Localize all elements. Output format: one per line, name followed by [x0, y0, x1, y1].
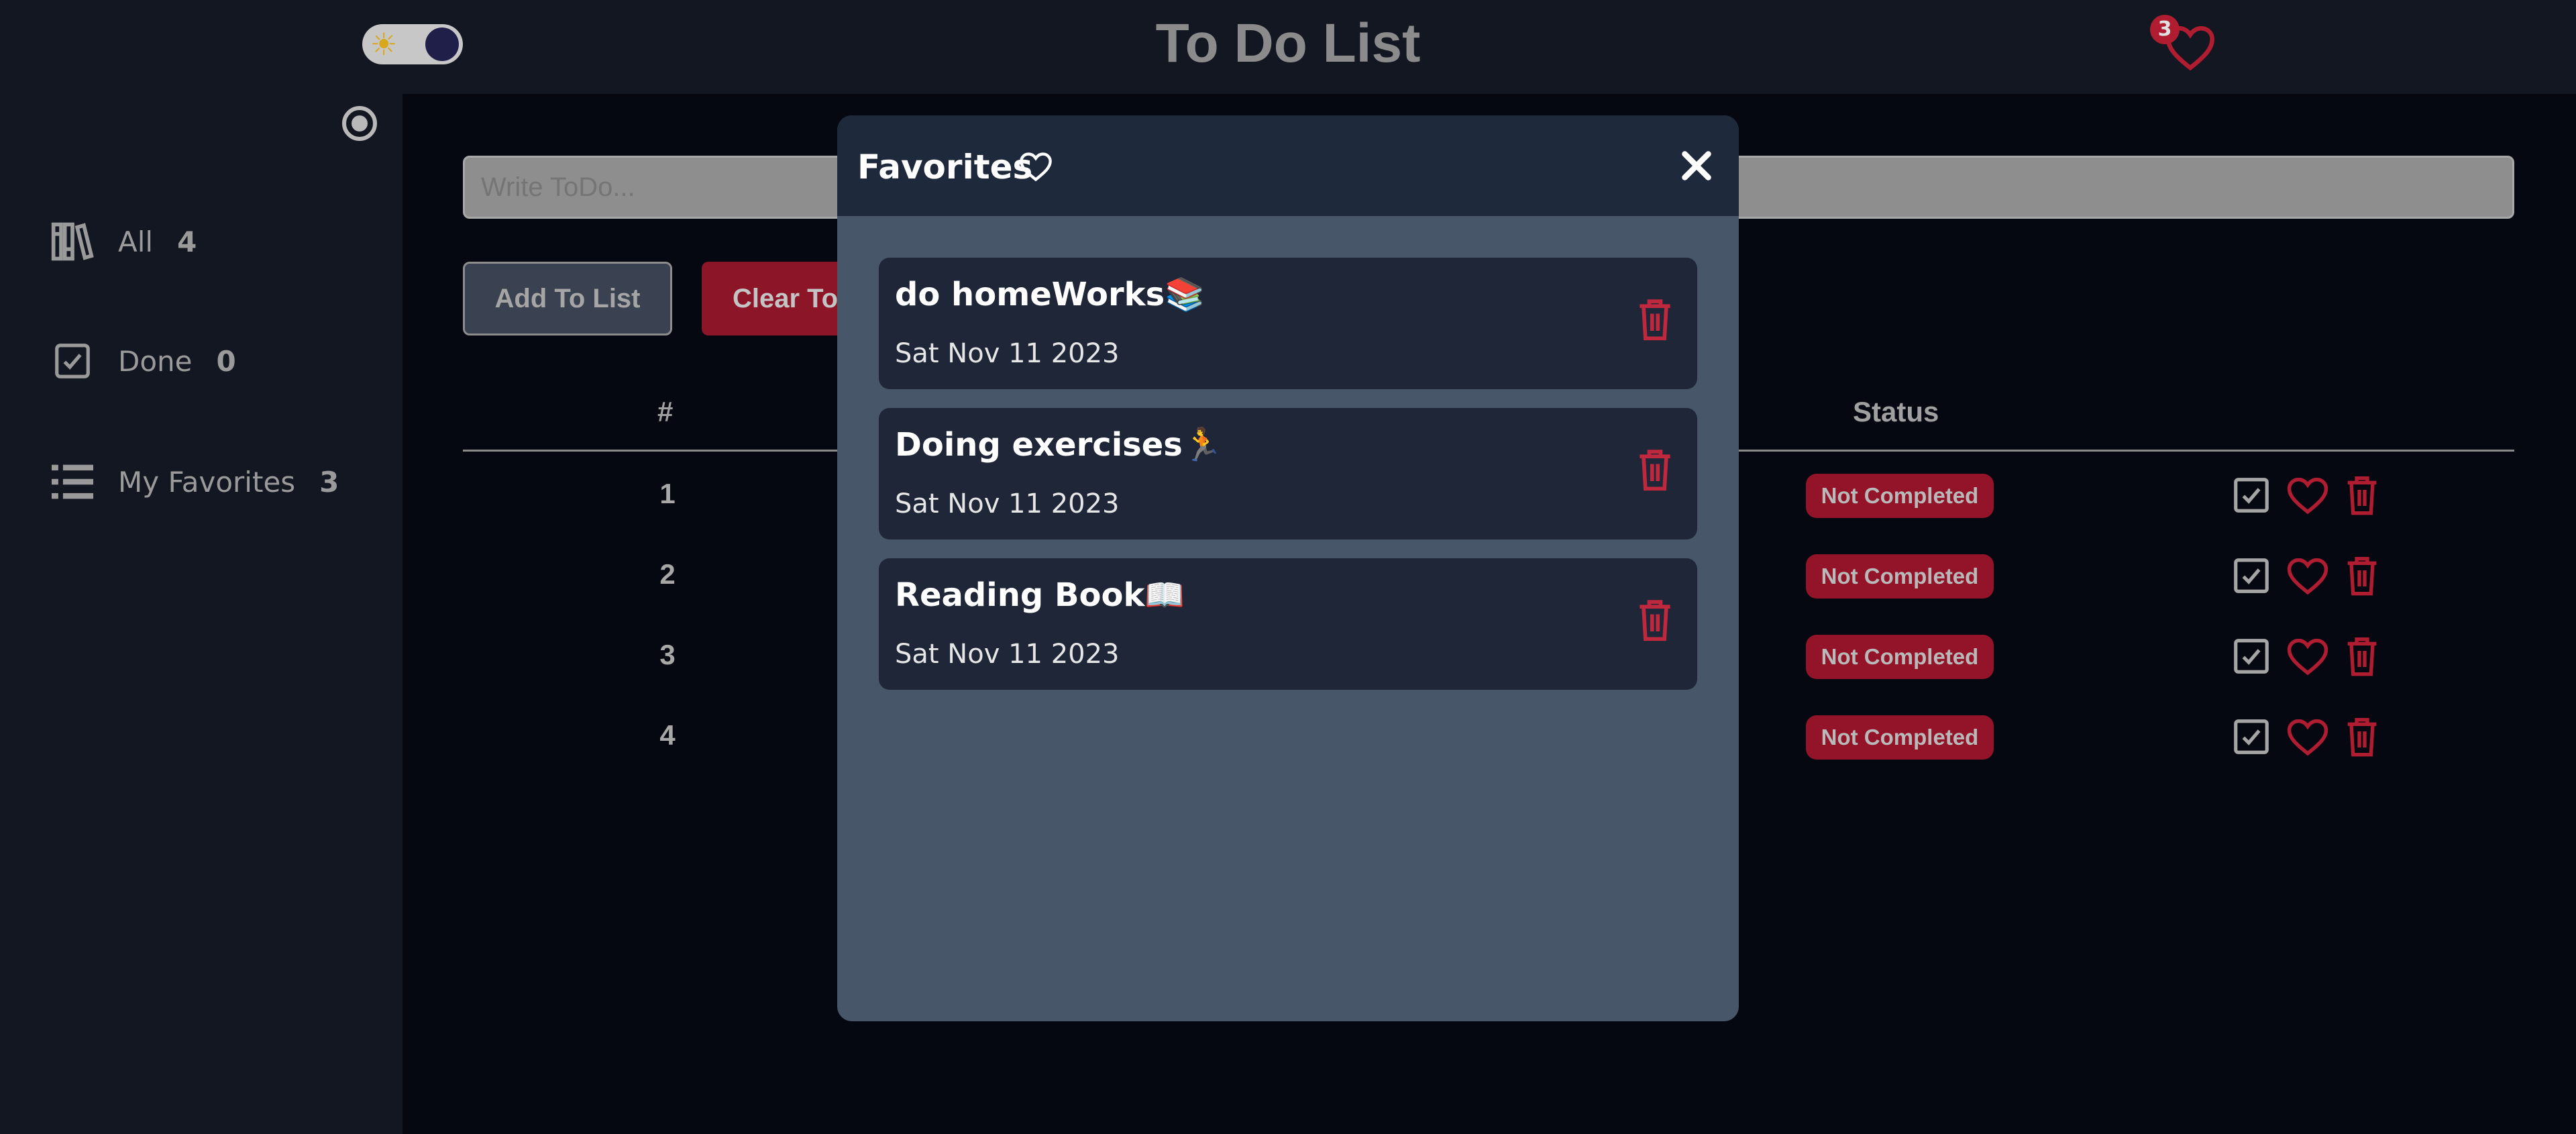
favorite-title: Reading Book📖: [895, 576, 1185, 614]
favorites-button[interactable]: 3: [2150, 15, 2217, 75]
favorite-card: do homeWorks📚 Sat Nov 11 2023: [879, 258, 1697, 389]
heart-icon[interactable]: [2286, 555, 2330, 597]
trash-icon[interactable]: [2343, 474, 2381, 517]
trash-icon[interactable]: [2343, 715, 2381, 758]
list-icon: [47, 456, 98, 507]
sidebar-item-label: My Favorites: [118, 465, 296, 499]
trash-icon[interactable]: [1635, 597, 1674, 643]
sidebar-radio-toggle[interactable]: [342, 106, 377, 141]
sidebar-item-label: All: [118, 225, 154, 258]
sidebar-item-label: Done: [118, 344, 193, 378]
favorite-title: do homeWorks📚: [895, 276, 1205, 313]
row-number: 4: [659, 719, 676, 751]
status-badge: Not Completed: [1806, 715, 1994, 760]
row-actions: [2231, 715, 2381, 758]
radio-dot: [352, 115, 368, 132]
heart-icon[interactable]: [2286, 716, 2330, 758]
trash-icon[interactable]: [1635, 447, 1674, 493]
add-to-list-button[interactable]: Add To List: [463, 262, 672, 336]
modal-header: Favorites: [837, 115, 1739, 216]
status-badge: Not Completed: [1806, 635, 1994, 679]
heart-icon[interactable]: [2286, 474, 2330, 516]
close-icon[interactable]: [1680, 149, 1713, 183]
sidebar-item-my-favorites[interactable]: My Favorites 3: [47, 455, 339, 509]
complete-checkbox-icon[interactable]: [2231, 474, 2272, 516]
app-header: ☀ To Do List 3: [0, 0, 2576, 94]
favorites-modal: Favorites do homeWorks📚 Sat Nov 11 2023 …: [837, 115, 1739, 1021]
status-badge: Not Completed: [1806, 474, 1994, 518]
library-icon: [47, 216, 98, 267]
row-actions: [2231, 635, 2381, 678]
row-actions: [2231, 554, 2381, 597]
sidebar-item-done[interactable]: Done 0: [47, 334, 236, 388]
heart-icon[interactable]: [2286, 635, 2330, 677]
complete-checkbox-icon[interactable]: [2231, 635, 2272, 677]
heart-outline-icon: [1020, 152, 1052, 182]
status-badge: Not Completed: [1806, 554, 1994, 599]
row-actions: [2231, 474, 2381, 517]
favorite-title: Doing exercises🏃: [895, 426, 1223, 464]
favorite-date: Sat Nov 11 2023: [895, 488, 1120, 519]
trash-icon[interactable]: [2343, 554, 2381, 597]
favorite-card: Reading Book📖 Sat Nov 11 2023: [879, 558, 1697, 690]
trash-icon[interactable]: [1635, 297, 1674, 342]
favorite-date: Sat Nov 11 2023: [895, 338, 1120, 369]
favorites-count-badge: 3: [2150, 15, 2180, 44]
trash-icon[interactable]: [2343, 635, 2381, 678]
modal-title: Favorites: [857, 148, 1033, 187]
complete-checkbox-icon[interactable]: [2231, 716, 2272, 758]
sidebar-item-count: 4: [177, 225, 197, 258]
sidebar-item-all[interactable]: All 4: [47, 215, 197, 268]
column-header-number: #: [657, 396, 674, 427]
complete-checkbox-icon[interactable]: [2231, 555, 2272, 597]
sidebar-item-count: 3: [319, 465, 339, 499]
column-header-status: Status: [1853, 396, 1939, 427]
row-number: 3: [659, 639, 676, 670]
row-number: 1: [659, 478, 676, 509]
row-number: 2: [659, 558, 676, 590]
checkbox-icon: [47, 336, 98, 386]
favorite-date: Sat Nov 11 2023: [895, 639, 1120, 670]
favorite-card: Doing exercises🏃 Sat Nov 11 2023: [879, 408, 1697, 539]
sidebar-item-count: 0: [216, 344, 236, 378]
